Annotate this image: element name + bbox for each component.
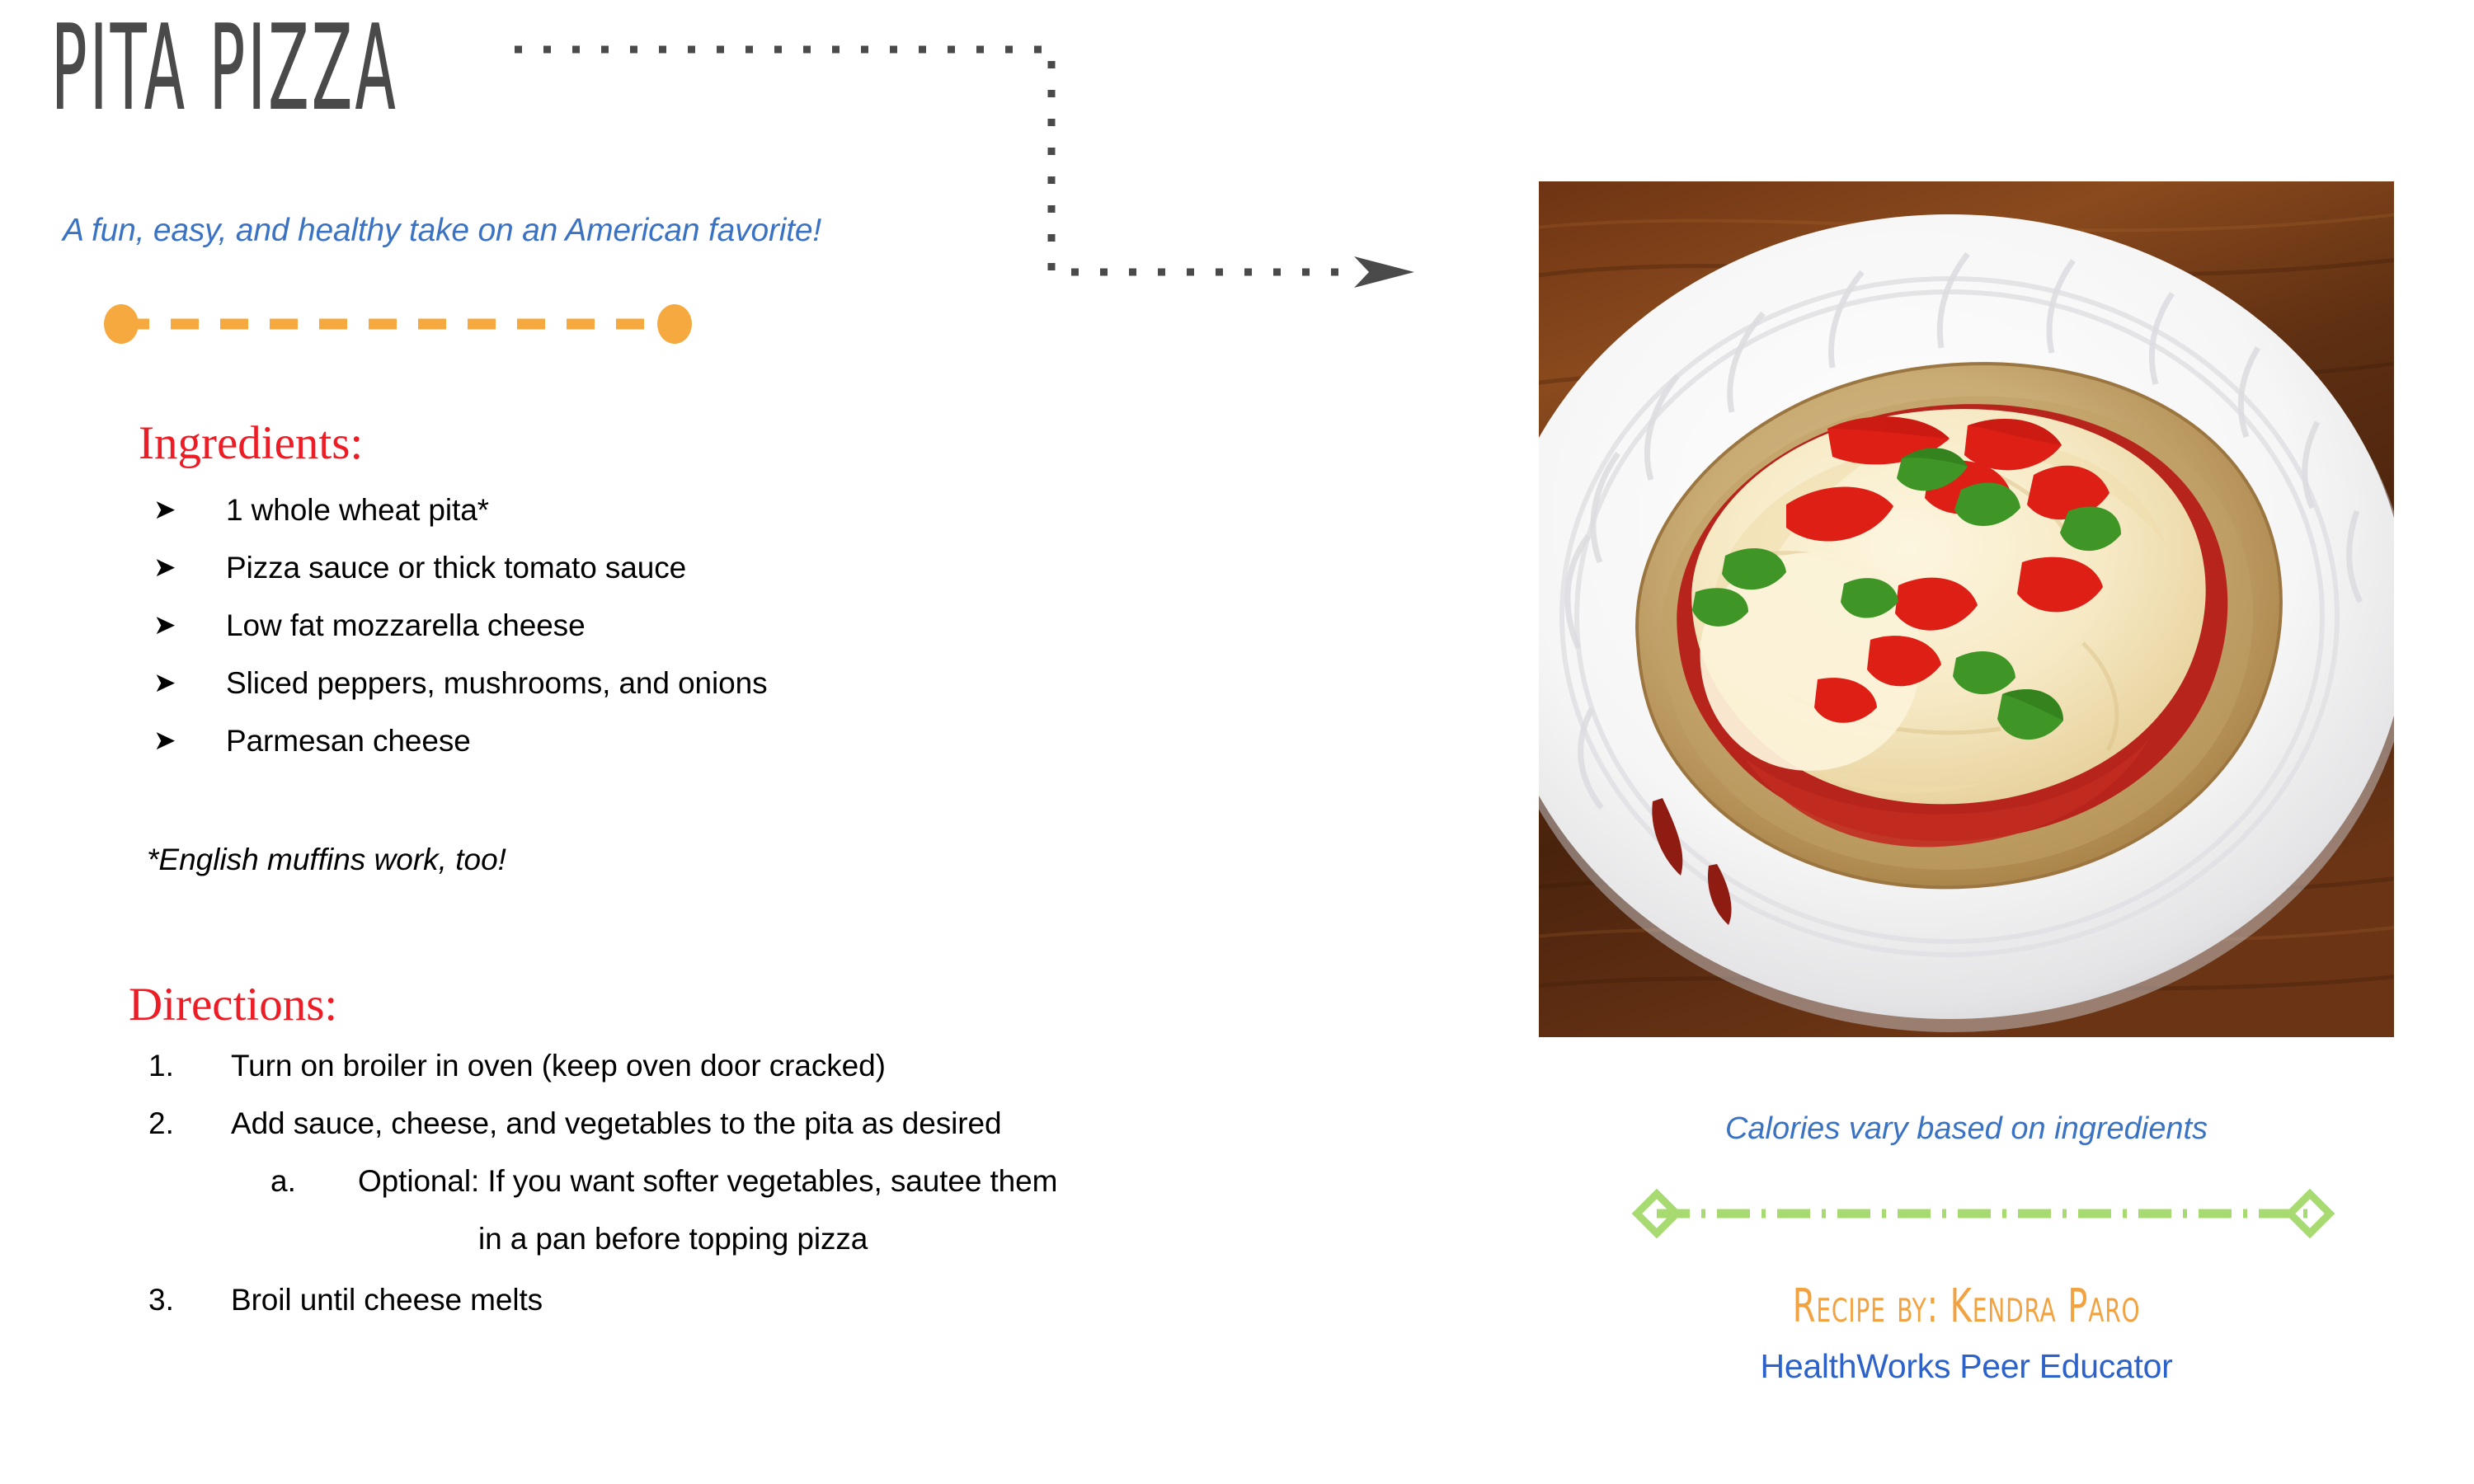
list-item: ➤ Parmesan cheese [153,724,1267,782]
list-item: a. Optional: If you want softer vegetabl… [148,1164,1468,1222]
divider-endpoint-left [104,304,139,344]
green-dashdot-divider [1631,1189,2335,1238]
directions-list: 1. Turn on broiler in oven (keep oven do… [148,1049,1468,1341]
divider-endpoint-right [657,304,692,344]
arrow-bullet-icon: ➤ [153,609,176,640]
dotted-connector-arrow [515,45,1414,288]
ingredient-label: Parmesan cheese [226,724,471,758]
orange-dashed-divider [104,304,692,344]
photo-caption: Calories vary based on ingredients [1724,1111,2208,1146]
list-item: 3. Broil until cheese melts [148,1283,1468,1341]
list-item-continuation: in a pan before topping pizza [148,1222,1468,1283]
direction-label: Broil until cheese melts [231,1283,543,1317]
ingredients-heading: Ingredients: [139,417,364,469]
arrow-bullet-icon: ➤ [153,494,176,524]
ingredients-footnote: *English muffins work, too! [147,843,506,876]
list-item: ➤ 1 whole wheat pita* [153,493,1267,551]
directions-heading: Directions: [129,979,338,1031]
list-item: ➤ Low fat mozzarella cheese [153,608,1267,666]
direction-label: Turn on broiler in oven (keep oven door … [231,1049,886,1082]
pita-pizza-photo [1539,181,2394,1037]
arrow-bullet-icon: ➤ [153,725,176,755]
list-marker: a. [270,1164,296,1198]
recipe-organization: HealthWorks Peer Educator [1760,1347,2173,1385]
list-item: ➤ Sliced peppers, mushrooms, and onions [153,666,1267,724]
list-marker: 3. [148,1283,174,1317]
ingredient-label: Sliced peppers, mushrooms, and onions [226,666,768,700]
ingredients-list: ➤ 1 whole wheat pita* ➤ Pizza sauce or t… [153,493,1267,782]
direction-label: Add sauce, cheese, and vegetables to the… [231,1106,1002,1140]
recipe-author: Recipe by: Kendra Paro [1792,1280,2141,1333]
ingredient-label: Low fat mozzarella cheese [226,608,586,642]
direction-label: Optional: If you want softer vegetables,… [358,1164,1058,1198]
ingredient-label: 1 whole wheat pita* [226,493,489,527]
list-marker: 2. [148,1106,174,1140]
arrow-bullet-icon: ➤ [153,667,176,697]
ingredient-label: Pizza sauce or thick tomato sauce [226,551,687,585]
list-marker: 1. [148,1049,174,1082]
list-item: ➤ Pizza sauce or thick tomato sauce [153,551,1267,608]
list-item: 2. Add sauce, cheese, and vegetables to … [148,1106,1468,1164]
page-title: Pita Pizza [51,0,398,138]
list-item: 1. Turn on broiler in oven (keep oven do… [148,1049,1468,1106]
page-subtitle: A fun, easy, and healthy take on an Amer… [63,213,821,248]
arrow-bullet-icon: ➤ [153,552,176,582]
direction-label: in a pan before topping pizza [478,1222,868,1256]
